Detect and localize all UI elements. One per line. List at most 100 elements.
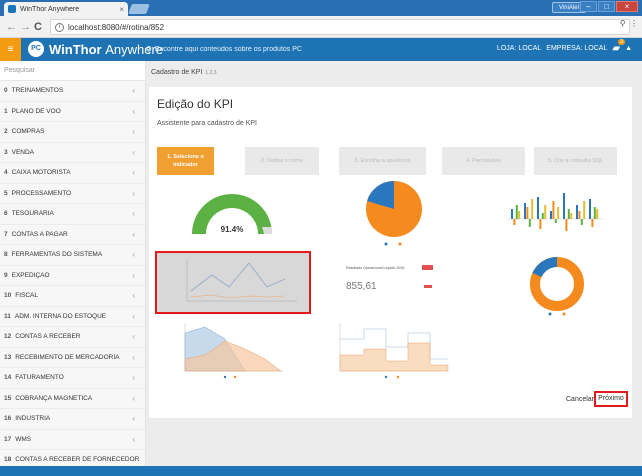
screen: WinThor Anywhere × ViniAlel – □ × ← → C … (0, 0, 642, 476)
kpi-card-value: 855,61 (346, 281, 377, 292)
sidebar-item-label: CAIXA MOTORISTA (11, 169, 71, 177)
area-chart-option[interactable] (177, 319, 287, 381)
bar-series-group (511, 193, 599, 231)
kpi-wizard-card: Edição do KPI Assistente para cadastro d… (149, 87, 632, 415)
chevron-left-icon: ‹ (132, 373, 135, 383)
bar-mark (518, 211, 521, 219)
bar-mark (570, 213, 573, 219)
bar-mark (580, 219, 583, 225)
sidebar-item-label: VENDA (11, 148, 35, 156)
user-icon[interactable]: ▲ (625, 45, 632, 52)
maximize-icon[interactable]: □ (598, 1, 615, 12)
empresa-label[interactable]: EMPRESA: LOCAL (546, 45, 607, 52)
notifications-icon[interactable]: ▰ 3 (612, 39, 626, 54)
chevron-left-icon: ‹ (132, 188, 135, 198)
sidebar-search-input[interactable]: Pesquisar (0, 61, 145, 81)
global-search-input[interactable] (154, 46, 355, 53)
bar-mark (531, 199, 534, 219)
reload-icon[interactable]: C (34, 21, 42, 33)
sidebar-item[interactable]: 10 FISCAL ‹ (0, 286, 145, 307)
sidebar-item-number: 3 (4, 148, 8, 156)
sidebar-item[interactable]: 18 CONTAS A RECEBER DE FORNECEDOR ‹ (0, 450, 145, 466)
sidebar-item[interactable]: 7 CONTAS A PAGAR ‹ (0, 225, 145, 245)
sidebar-item[interactable]: 3 VENDA ‹ (0, 143, 145, 163)
sidebar-item-label: PLANO DE VOO (11, 107, 61, 115)
bar-mark (550, 211, 552, 219)
tab-close-icon[interactable]: × (119, 5, 124, 14)
sidebar-item[interactable]: 6 TESOURARIA ‹ (0, 204, 145, 225)
url-text: localhost:8080/#/rotina/852 (68, 22, 165, 32)
new-tab-button[interactable] (128, 4, 150, 14)
bar-mark (557, 207, 560, 219)
page-title: Edição do KPI (157, 97, 234, 111)
menu-toggle-icon[interactable]: ≡ (0, 38, 21, 61)
sidebar-item[interactable]: 11 ADM. INTERNA DO ESTOQUE ‹ (0, 307, 145, 327)
url-field[interactable]: i localhost:8080/#/rotina/852 (50, 19, 630, 35)
chevron-left-icon: ‹ (132, 168, 135, 178)
sidebar-item[interactable]: 1 PLANO DE VOO ‹ (0, 102, 145, 122)
sidebar-item[interactable]: 15 COBRANÇA MAGNÉTICA ‹ (0, 389, 145, 409)
step-appearance[interactable]: 3. Escolha a aparência (339, 147, 426, 175)
sidebar-item[interactable]: 8 FERRAMENTAS DO SISTEMA ‹ (0, 245, 145, 266)
sidebar-item[interactable]: 13 RECEBIMENTO DE MERCADORIA ‹ (0, 348, 145, 368)
bar-mark (544, 205, 547, 219)
chevron-left-icon: ‹ (132, 270, 135, 280)
donut-chart-option[interactable] (525, 255, 589, 319)
line-series-blue (190, 262, 286, 292)
browser-tab[interactable]: WinThor Anywhere × (4, 2, 128, 16)
status-bar (0, 466, 642, 476)
sidebar-item-number: 9 (4, 271, 8, 279)
pc-logo-icon: PC (28, 41, 44, 57)
kpi-card-tag (422, 265, 433, 270)
donut-legend-orange (562, 312, 566, 316)
bar-mark (537, 197, 539, 219)
sidebar-item-label: EXPEDIÇÃO (11, 271, 50, 279)
sidebar-item-label: FATURAMENTO (15, 374, 64, 382)
sidebar-item[interactable]: 16 INDUSTRIA ‹ (0, 409, 145, 430)
step-chart-option[interactable] (334, 319, 452, 381)
kpi-card-option[interactable]: Resultado Operacional Líquido 2016 855,6… (344, 263, 434, 309)
bar-mark (578, 211, 581, 219)
step-define-name[interactable]: 2. Defina o nome (245, 147, 319, 175)
bar-mark (515, 205, 518, 219)
bar-mark (563, 193, 565, 219)
bar-chart-option[interactable] (499, 185, 609, 245)
sidebar-item-label: RECEBIMENTO DE MERCADORIA (15, 353, 120, 361)
sidebar-item[interactable]: 17 WMS ‹ (0, 430, 145, 450)
step-sql-query[interactable]: 5. Crie a consulta SQL (534, 147, 617, 175)
step-permissions[interactable]: 4. Permissões (442, 147, 525, 175)
sidebar-item[interactable]: 0 TREINAMENTOS ‹ (0, 81, 145, 102)
loja-label[interactable]: LOJA: LOCAL (497, 45, 541, 52)
pie-chart-option[interactable] (359, 177, 429, 249)
next-button[interactable]: Próximo (594, 391, 628, 407)
chevron-left-icon: ‹ (132, 393, 135, 403)
sidebar-item[interactable]: 14 FATURAMENTO ‹ (0, 368, 145, 389)
bar-mark (511, 209, 513, 219)
chevron-left-icon: ‹ (132, 86, 135, 96)
sidebar-menu: 0 TREINAMENTOS ‹ 1 PLANO DE VOO ‹ 2 COMPRAS ‹ 3 VE… (0, 81, 145, 466)
window-close-icon[interactable]: × (616, 1, 638, 12)
sidebar-item-label: WMS (15, 435, 32, 443)
global-search: ⚲ (146, 42, 396, 57)
minimize-icon[interactable]: – (580, 1, 597, 12)
browser-menu-icon[interactable]: ⚲ ⋮ (620, 19, 638, 28)
bar-mark (552, 201, 555, 219)
sidebar-item[interactable]: 5 PROCESSAMENTO ‹ (0, 184, 145, 204)
sidebar-item-label: COMPRAS (11, 128, 45, 136)
forward-icon[interactable]: → (20, 21, 31, 33)
step-select-indicator[interactable]: 1. Selecione o indicador (157, 147, 214, 175)
line-chart-option-selected[interactable] (155, 251, 311, 314)
sidebar-item[interactable]: 9 EXPEDIÇÃO ‹ (0, 266, 145, 286)
sidebar-item-label: CONTAS A PAGAR (11, 230, 68, 238)
sidebar-item[interactable]: 2 COMPRAS ‹ (0, 122, 145, 143)
sidebar-item[interactable]: 12 CONTAS A RECEBER ‹ (0, 327, 145, 348)
back-icon[interactable]: ← (6, 21, 17, 33)
chevron-left-icon: ‹ (132, 332, 135, 342)
gauge-chart-option[interactable]: 91.4% (174, 182, 289, 242)
site-info-icon[interactable]: i (55, 22, 64, 32)
sidebar-item-label: FISCAL (15, 292, 38, 300)
sidebar-item-number: 12 (4, 333, 12, 341)
donut-ring-blue (532, 257, 558, 278)
bar-mark (591, 219, 594, 227)
sidebar-item[interactable]: 4 CAIXA MOTORISTA ‹ (0, 163, 145, 184)
